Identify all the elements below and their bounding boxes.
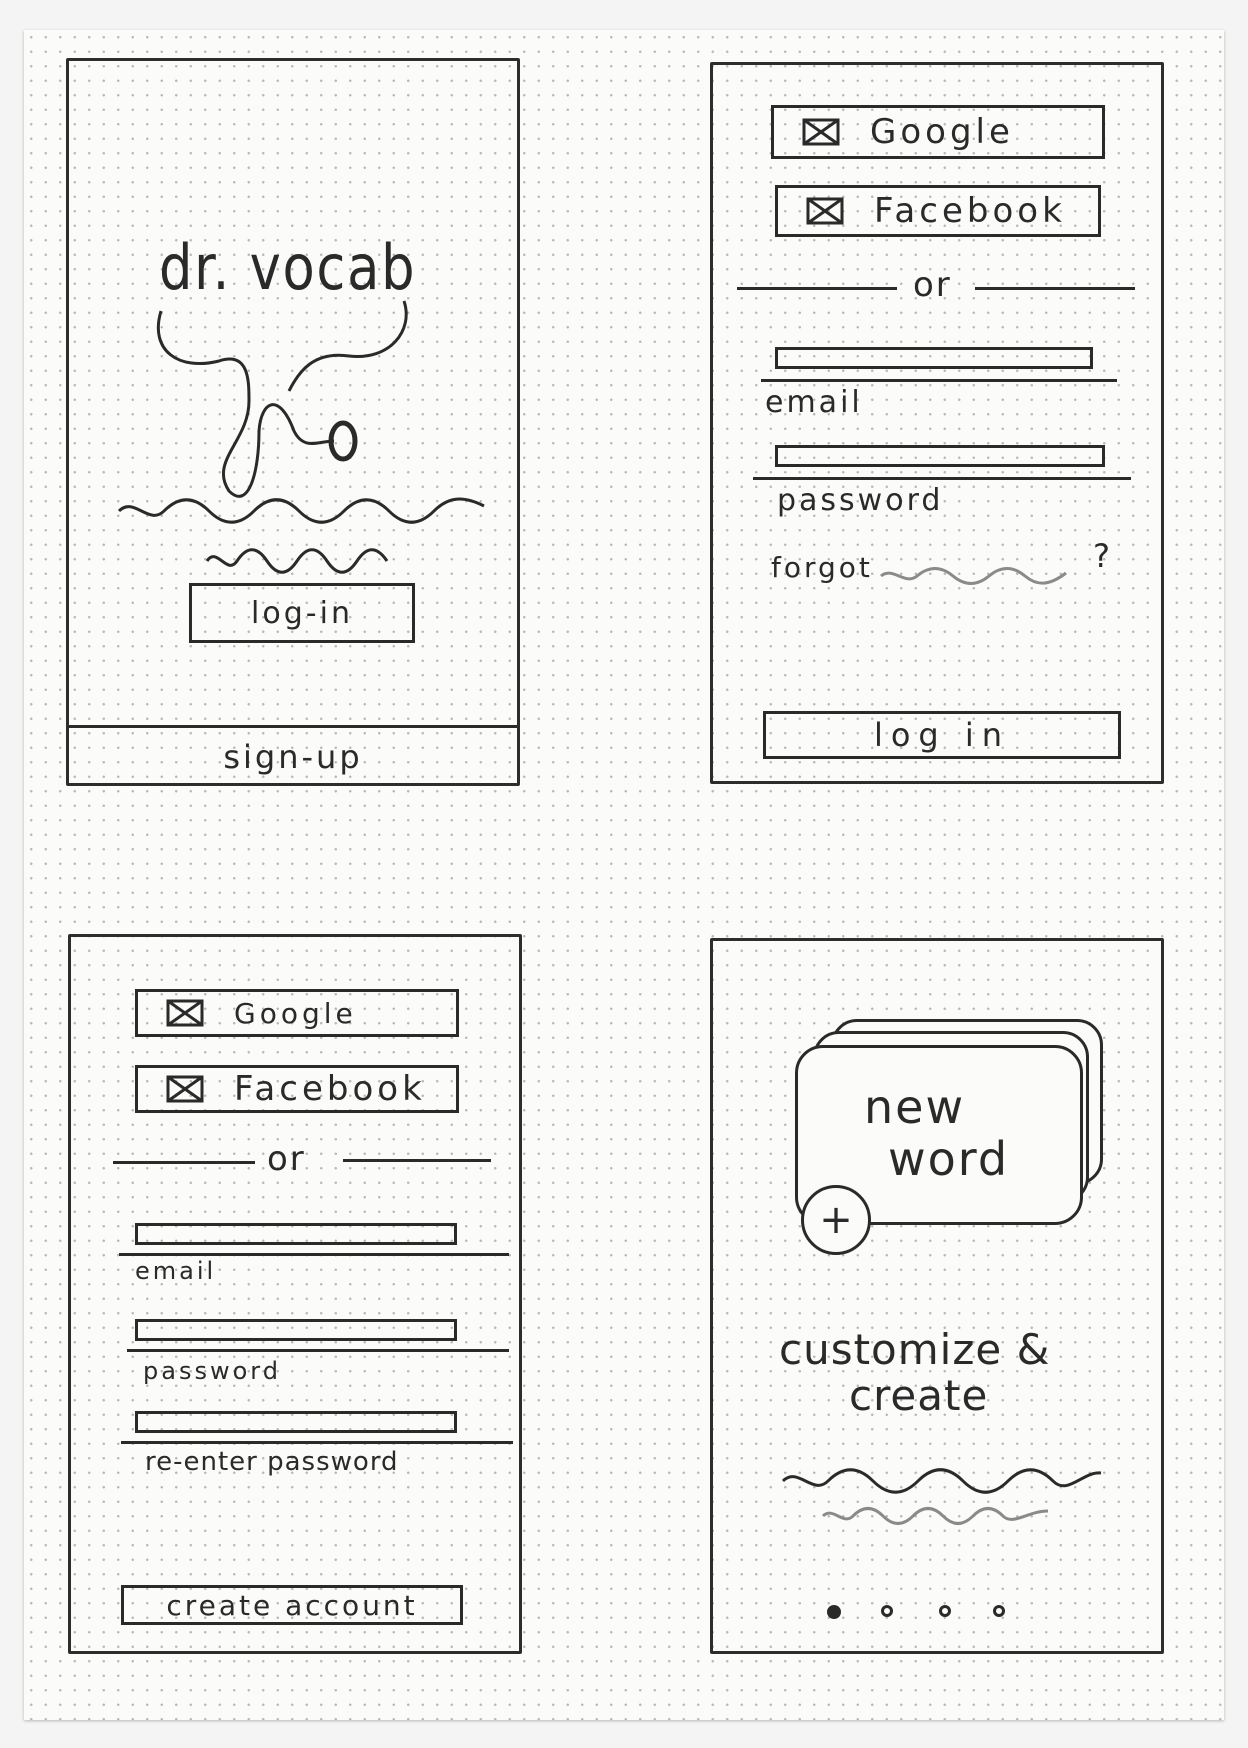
google-label: Google: [234, 996, 357, 1030]
or-label: or: [267, 1139, 306, 1179]
page-dot-2[interactable]: [881, 1605, 893, 1617]
google-login-button[interactable]: Google: [771, 105, 1105, 159]
create-account-label: create account: [166, 1588, 418, 1622]
google-signup-button[interactable]: Google: [135, 989, 459, 1037]
forgot-scribble: [880, 567, 1067, 585]
login-submit-label: log in: [873, 716, 1011, 754]
password-label: password: [777, 483, 944, 518]
facebook-icon-placeholder: [166, 1075, 204, 1103]
divider-right: [343, 1159, 491, 1162]
login-button-label: log-in: [251, 595, 353, 631]
email-label: email: [135, 1257, 217, 1285]
password-underline: [127, 1349, 509, 1352]
card-line-1: new: [864, 1080, 966, 1134]
facebook-label: Facebook: [874, 191, 1066, 231]
onboarding-heading: customize &: [779, 1325, 1051, 1374]
email-input[interactable]: [135, 1223, 457, 1245]
reenter-password-input[interactable]: [135, 1411, 457, 1433]
login-button[interactable]: log-in: [189, 583, 415, 643]
or-label: or: [913, 265, 952, 305]
placeholder-text-scribble: [117, 497, 485, 574]
reenter-password-label: re-enter password: [145, 1447, 399, 1477]
onboarding-heading-line2: create: [849, 1371, 989, 1420]
google-icon-placeholder: [166, 999, 204, 1027]
forgot-link[interactable]: forgot: [771, 551, 873, 584]
facebook-signup-button[interactable]: Facebook: [135, 1065, 459, 1113]
page-dot-4[interactable]: [993, 1605, 1005, 1617]
password-input[interactable]: [775, 445, 1105, 467]
card-line-2: word: [888, 1132, 1010, 1186]
forgot-question-mark: ?: [1093, 537, 1113, 575]
password-input[interactable]: [135, 1319, 457, 1341]
divider-left: [737, 287, 897, 290]
facebook-label: Facebook: [234, 1069, 426, 1109]
page-dot-3[interactable]: [939, 1605, 951, 1617]
signup-bar[interactable]: sign-up: [69, 725, 517, 786]
reenter-password-underline: [121, 1441, 513, 1444]
google-label: Google: [870, 112, 1014, 152]
page-dot-1-active[interactable]: [827, 1605, 841, 1619]
placeholder-text-scribble: [781, 1468, 1102, 1525]
email-label: email: [765, 385, 863, 420]
login-submit-button[interactable]: log in: [763, 711, 1121, 759]
add-word-button[interactable]: +: [801, 1185, 871, 1255]
screen-onboarding: new word + customize & create: [710, 938, 1164, 1654]
screen-signup: Google Facebook or email password re-ent…: [68, 934, 522, 1654]
page-indicator[interactable]: [827, 1603, 1027, 1623]
email-input[interactable]: [775, 347, 1093, 369]
password-label: password: [143, 1357, 281, 1385]
create-account-button[interactable]: create account: [121, 1585, 463, 1625]
screen-splash: dr. vocab log-in sign-up: [66, 58, 520, 786]
plus-icon: +: [819, 1197, 853, 1243]
facebook-login-button[interactable]: Facebook: [775, 185, 1101, 237]
email-underline: [761, 379, 1117, 382]
google-icon-placeholder: [802, 118, 840, 146]
signup-label: sign-up: [223, 738, 363, 776]
screen-login: Google Facebook or email password forgot…: [710, 62, 1164, 784]
divider-right: [975, 287, 1135, 290]
facebook-icon-placeholder: [806, 197, 844, 225]
password-underline: [753, 477, 1131, 480]
divider-left: [113, 1161, 255, 1164]
email-underline: [119, 1253, 509, 1256]
